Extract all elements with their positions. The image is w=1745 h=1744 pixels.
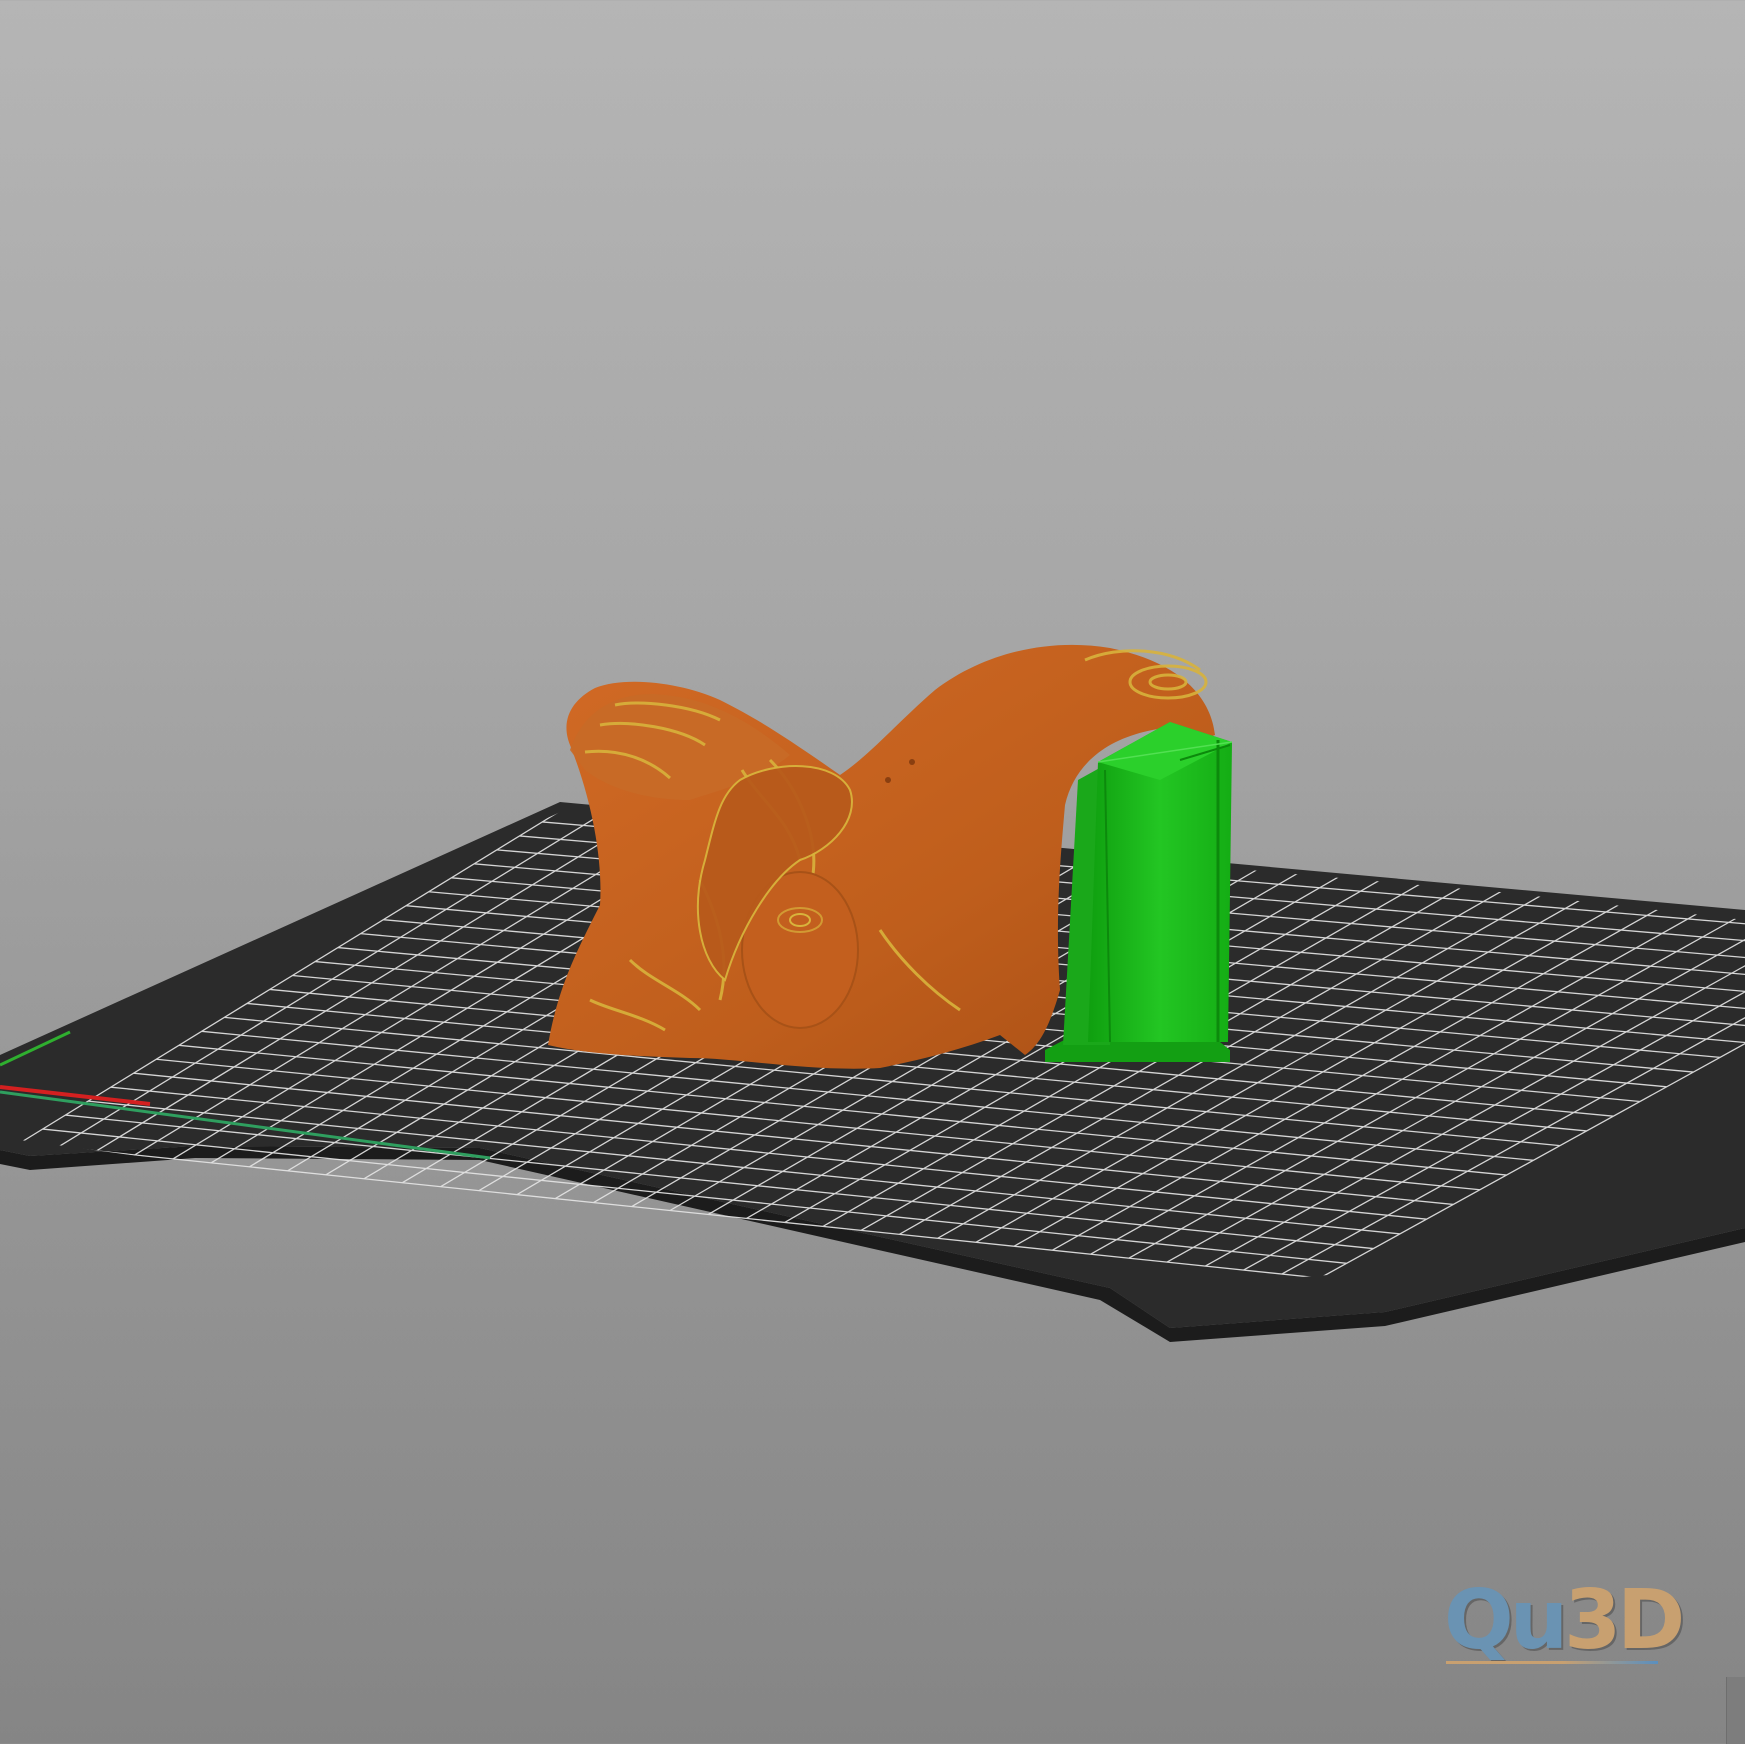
app-logo: Qu3D bbox=[1444, 1573, 1685, 1668]
scrollbar-handle[interactable] bbox=[1726, 1677, 1745, 1744]
scene-canvas[interactable] bbox=[0, 0, 1745, 1744]
3d-viewport[interactable]: Qu3D bbox=[0, 0, 1745, 1744]
logo-underline bbox=[1446, 1661, 1658, 1664]
